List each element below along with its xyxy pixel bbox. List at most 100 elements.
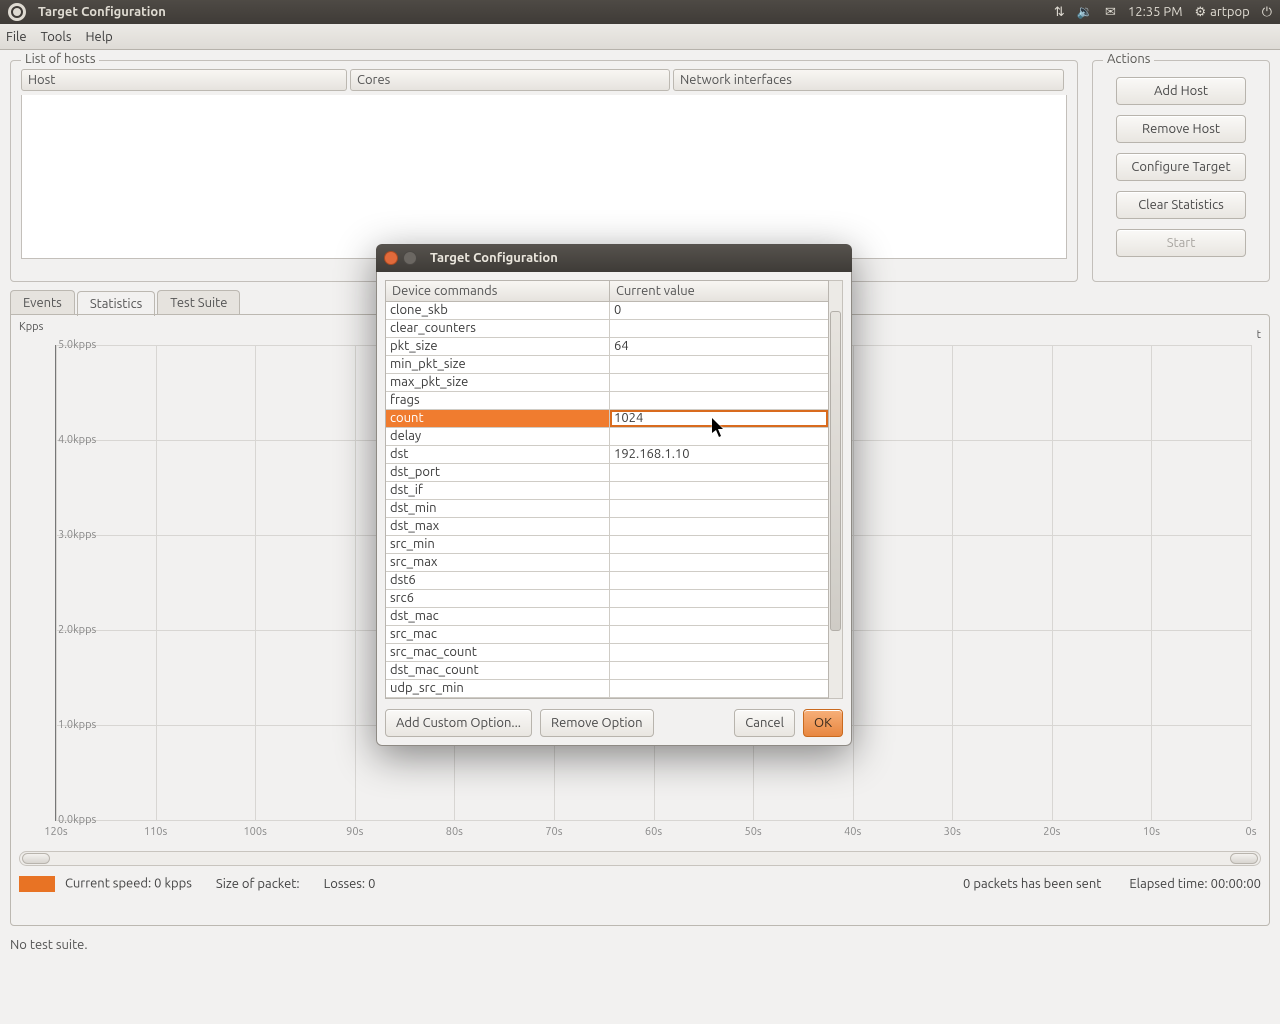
table-row[interactable]: dst6 — [386, 572, 828, 590]
x-tick-label: 0s — [1246, 826, 1257, 838]
table-row[interactable]: frags — [386, 392, 828, 410]
remove-option-button[interactable]: Remove Option — [540, 709, 654, 737]
cell-value[interactable] — [610, 572, 828, 589]
cell-command: dst_min — [386, 500, 610, 517]
menu-tools[interactable]: Tools — [41, 30, 72, 44]
y-tick-label: 4.0kpps — [58, 434, 96, 446]
tab-statistics[interactable]: Statistics — [77, 291, 155, 316]
table-row[interactable]: pkt_size64 — [386, 338, 828, 356]
cell-value[interactable] — [610, 464, 828, 481]
chart-h-scrollbar[interactable] — [19, 851, 1261, 866]
table-row[interactable]: udp_src_min — [386, 680, 828, 698]
menu-help[interactable]: Help — [85, 30, 112, 44]
table-row[interactable]: src6 — [386, 590, 828, 608]
add-host-button[interactable]: Add Host — [1116, 77, 1246, 105]
cell-value[interactable] — [610, 680, 828, 697]
col-header-current-value[interactable]: Current value — [610, 281, 828, 302]
tab-test-suite[interactable]: Test Suite — [157, 290, 240, 315]
hosts-group-title: List of hosts — [21, 52, 99, 66]
x-tick-label: 110s — [144, 826, 167, 838]
cancel-button[interactable]: Cancel — [734, 709, 795, 737]
remove-host-button[interactable]: Remove Host — [1116, 115, 1246, 143]
hosts-table-body[interactable] — [21, 95, 1067, 259]
cell-command: count — [386, 410, 610, 427]
power-icon[interactable]: ⏻ — [1262, 5, 1272, 20]
table-row[interactable]: dst192.168.1.10 — [386, 446, 828, 464]
device-commands-table[interactable]: Device commands Current value clone_skb0… — [385, 280, 829, 699]
dialog-titlebar[interactable]: Target Configuration — [376, 244, 852, 272]
table-row[interactable]: clone_skb0 — [386, 302, 828, 320]
cell-value[interactable] — [610, 608, 828, 625]
cell-command: min_pkt_size — [386, 356, 610, 373]
start-button[interactable]: Start — [1116, 229, 1246, 257]
x-axis-title: t — [1257, 329, 1261, 341]
scroll-thumb[interactable] — [830, 311, 841, 631]
stats-status-row: Current speed: 0 kpps Size of packet: Lo… — [19, 876, 1261, 892]
cell-command: clear_counters — [386, 320, 610, 337]
configure-target-button[interactable]: Configure Target — [1116, 153, 1246, 181]
x-tick-label: 30s — [944, 826, 961, 838]
table-row[interactable]: dst_mac — [386, 608, 828, 626]
user-menu[interactable]: ⚙ artpop — [1195, 5, 1250, 20]
table-row[interactable]: dst_max — [386, 518, 828, 536]
table-row[interactable]: min_pkt_size — [386, 356, 828, 374]
cell-value[interactable] — [610, 554, 828, 571]
table-row[interactable]: src_max — [386, 554, 828, 572]
cell-value[interactable]: 64 — [610, 338, 828, 355]
clock[interactable]: 12:35 PM — [1128, 5, 1183, 19]
cell-value[interactable] — [610, 374, 828, 391]
speed-legend-swatch — [19, 876, 55, 892]
cell-value[interactable] — [610, 320, 828, 337]
add-custom-option-button[interactable]: Add Custom Option... — [385, 709, 532, 737]
cell-value[interactable]: 1024 — [610, 410, 828, 427]
cell-value[interactable] — [610, 356, 828, 373]
table-row[interactable]: max_pkt_size — [386, 374, 828, 392]
mail-indicator-icon[interactable]: ✉ — [1105, 5, 1116, 20]
tab-events[interactable]: Events — [10, 290, 75, 315]
cell-value[interactable]: 0 — [610, 302, 828, 319]
col-header-host[interactable]: Host — [21, 69, 347, 91]
cell-value[interactable] — [610, 428, 828, 445]
clear-statistics-button[interactable]: Clear Statistics — [1116, 191, 1246, 219]
table-row[interactable]: count1024 — [386, 410, 828, 428]
menu-file[interactable]: File — [6, 30, 27, 44]
table-row[interactable]: dst_min — [386, 500, 828, 518]
cell-value[interactable] — [610, 626, 828, 643]
table-row[interactable]: dst_if — [386, 482, 828, 500]
y-tick-label: 2.0kpps — [58, 624, 96, 636]
dialog-close-icon[interactable] — [384, 251, 398, 265]
cell-value[interactable] — [610, 482, 828, 499]
col-header-device-commands[interactable]: Device commands — [386, 281, 610, 302]
cell-command: dst_mac — [386, 608, 610, 625]
cell-value[interactable] — [610, 518, 828, 535]
scroll-thumb-left[interactable] — [22, 853, 50, 864]
cell-value[interactable] — [610, 662, 828, 679]
col-header-cores[interactable]: Cores — [350, 69, 670, 91]
sound-indicator-icon[interactable]: 🔉 — [1077, 5, 1093, 20]
network-indicator-icon[interactable]: ⇅ — [1054, 5, 1065, 20]
cell-command: dst_max — [386, 518, 610, 535]
cell-command: src6 — [386, 590, 610, 607]
cell-value[interactable] — [610, 536, 828, 553]
table-row[interactable]: src_min — [386, 536, 828, 554]
dialog-minimize-icon[interactable] — [403, 251, 417, 265]
table-row[interactable]: src_mac_count — [386, 644, 828, 662]
cell-value[interactable] — [610, 392, 828, 409]
current-speed-label: Current speed: 0 kpps — [65, 876, 192, 890]
cell-value[interactable] — [610, 644, 828, 661]
cell-value[interactable] — [610, 500, 828, 517]
cell-value[interactable]: 192.168.1.10 — [610, 446, 828, 463]
table-row[interactable]: clear_counters — [386, 320, 828, 338]
cell-command: src_max — [386, 554, 610, 571]
dialog-v-scrollbar[interactable] — [829, 280, 843, 699]
table-row[interactable]: src_mac — [386, 626, 828, 644]
col-header-net[interactable]: Network interfaces — [673, 69, 1064, 91]
table-row[interactable]: dst_mac_count — [386, 662, 828, 680]
scroll-thumb-right[interactable] — [1230, 853, 1258, 864]
cell-value[interactable] — [610, 590, 828, 607]
ok-button[interactable]: OK — [803, 709, 843, 737]
packets-sent-label: 0 packets has been sent — [963, 877, 1101, 891]
table-row[interactable]: dst_port — [386, 464, 828, 482]
system-top-panel: Target Configuration ⇅ 🔉 ✉ 12:35 PM ⚙ ar… — [0, 0, 1280, 24]
table-row[interactable]: delay — [386, 428, 828, 446]
